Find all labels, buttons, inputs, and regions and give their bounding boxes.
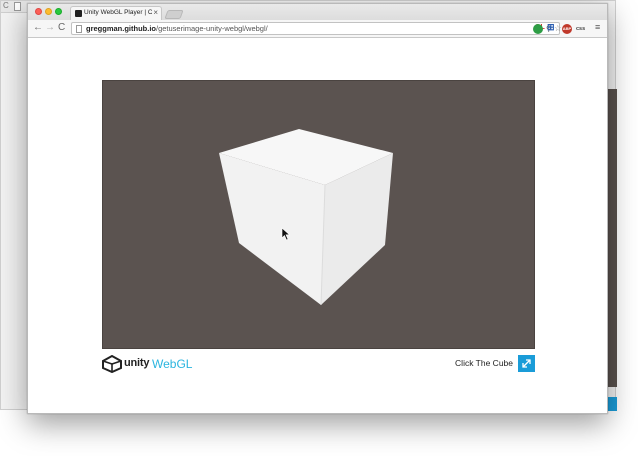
address-bar[interactable]: greggman.github.io/getuserimage-unity-we…: [71, 22, 562, 35]
back-arrow-icon[interactable]: ←: [33, 22, 43, 34]
unity-footer: unity WebGL Click The Cube: [102, 354, 535, 374]
new-tab-button[interactable]: [164, 10, 184, 19]
green-extension-icon[interactable]: [533, 24, 543, 34]
tab-close-icon[interactable]: ×: [153, 8, 158, 17]
desktop: C Unity WebGL Player | Click The Cube × …: [0, 0, 638, 456]
unity-webgl-canvas[interactable]: [102, 80, 535, 349]
player-title: Click The Cube: [455, 358, 513, 368]
unity-logo-word: unity: [124, 357, 150, 369]
expand-arrows-icon: [522, 359, 531, 368]
zoom-window-button[interactable]: [55, 8, 62, 15]
background-canvas-edge: [607, 89, 617, 387]
minimize-window-button[interactable]: [45, 8, 52, 15]
url-host: greggman.github.io: [86, 24, 156, 33]
unity-favicon-icon: [75, 10, 82, 17]
close-window-button[interactable]: [35, 8, 42, 15]
chrome-menu-icon[interactable]: ≡: [595, 22, 605, 32]
css-extension-icon[interactable]: css: [576, 26, 590, 36]
unity-logo-icon: [102, 355, 122, 373]
reload-icon[interactable]: C: [58, 22, 65, 34]
background-reload-icon: C: [3, 1, 9, 10]
background-page-icon: [14, 2, 21, 11]
url-path: /getuserimage-unity-webgl/webgl/: [156, 24, 268, 33]
browser-toolbar: ← → C greggman.github.io/getuserimage-un…: [28, 20, 607, 38]
tab-unity-webgl-player[interactable]: Unity WebGL Player | Click The Cube ×: [70, 6, 162, 21]
tab-title: Unity WebGL Player | Click The Cube: [84, 9, 152, 16]
forward-arrow-icon[interactable]: →: [45, 22, 55, 34]
fullscreen-button[interactable]: [518, 355, 535, 372]
url-text[interactable]: greggman.github.io/getuserimage-unity-we…: [86, 24, 268, 33]
webgl-logo-word: WebGL: [152, 357, 193, 371]
page-content: unity WebGL Click The Cube: [28, 39, 607, 413]
page-info-icon[interactable]: [76, 25, 82, 33]
title-bar: Unity WebGL Player | Click The Cube ×: [28, 4, 607, 21]
cube-scene[interactable]: [103, 81, 536, 350]
adblock-extension-icon[interactable]: ABP: [562, 24, 572, 34]
browser-window: Unity WebGL Player | Click The Cube × ← …: [27, 3, 608, 414]
grid-extension-icon[interactable]: ⊞: [547, 22, 557, 32]
